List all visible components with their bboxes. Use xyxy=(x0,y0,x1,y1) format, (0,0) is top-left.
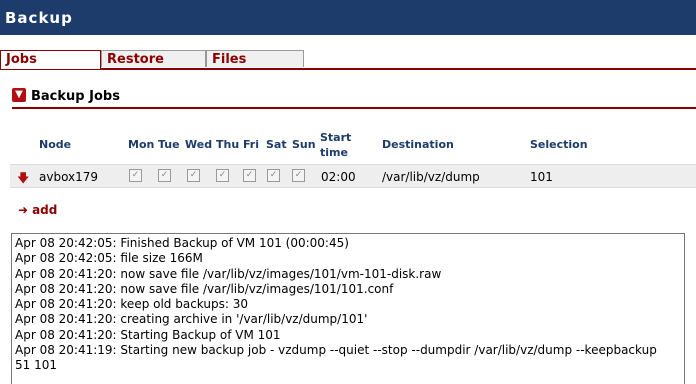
cell-destination: /var/lib/vz/dump xyxy=(382,170,480,184)
tab-jobs[interactable]: Jobs xyxy=(0,50,101,69)
header-destination: Destination xyxy=(382,138,454,151)
add-label: add xyxy=(32,203,58,217)
header-thu: Thu xyxy=(216,138,240,151)
header-start-time-1: Start xyxy=(320,131,352,144)
checkbox-wed[interactable]: ✓ xyxy=(187,169,200,182)
log-line: 51 101 xyxy=(15,358,57,373)
tab-bar: Jobs Restore Files xyxy=(0,50,696,70)
log-line: Apr 08 20:41:20: Starting Backup of VM 1… xyxy=(15,327,281,342)
row-expand-arrow-icon[interactable]: 🡇 xyxy=(17,169,29,190)
header-selection: Selection xyxy=(530,138,588,151)
add-arrow-icon: ➜ xyxy=(18,203,29,217)
header-mon: Mon xyxy=(128,138,155,151)
log-line: Apr 08 20:41:20: now save file /var/lib/… xyxy=(15,281,394,296)
log-line: Apr 08 20:42:05: Finished Backup of VM 1… xyxy=(15,236,349,250)
log-line: Apr 08 20:41:19: Starting new backup job… xyxy=(15,343,657,358)
header-fri: Fri xyxy=(243,138,260,151)
down-arrow-icon: ▼ xyxy=(12,88,26,102)
header-tue: Tue xyxy=(158,138,180,151)
checkbox-sat[interactable]: ✓ xyxy=(267,169,280,182)
header-node: Node xyxy=(39,138,72,151)
log-line: Apr 08 20:42:05: file size 166M xyxy=(15,251,203,266)
checkbox-tue[interactable]: ✓ xyxy=(158,169,171,182)
checkbox-mon[interactable]: ✓ xyxy=(129,169,142,182)
tab-files[interactable]: Files xyxy=(206,50,304,67)
cell-start-time: 02:00 xyxy=(321,170,356,184)
window-title: Backup xyxy=(5,9,73,27)
header-sat: Sat xyxy=(266,138,287,151)
section-title: Backup Jobs xyxy=(31,89,120,104)
cell-selection: 101 xyxy=(530,170,553,184)
checkbox-sun[interactable]: ✓ xyxy=(292,169,305,182)
cell-node: avbox179 xyxy=(39,170,99,184)
backup-log[interactable]: Apr 08 20:42:05: Finished Backup of VM 1… xyxy=(11,233,685,384)
header-start-time-2: time xyxy=(320,146,348,159)
log-line: Apr 08 20:41:20: keep old backups: 30 xyxy=(15,297,248,312)
backup-jobs-section: ▼ Backup Jobs xyxy=(12,87,696,109)
header-wed: Wed xyxy=(185,138,213,151)
add-job-link[interactable]: ➜ add xyxy=(18,203,57,217)
title-bar: Backup xyxy=(0,0,696,35)
tab-restore[interactable]: Restore xyxy=(101,50,206,67)
log-line: Apr 08 20:41:20: creating archive in '/v… xyxy=(15,312,368,327)
log-line: Apr 08 20:41:20: now save file /var/lib/… xyxy=(15,266,442,281)
checkbox-thu[interactable]: ✓ xyxy=(216,169,229,182)
table-row[interactable]: 🡇 avbox179 ✓ ✓ ✓ ✓ ✓ ✓ ✓ 02:00 /var/lib/… xyxy=(10,164,696,188)
checkbox-fri[interactable]: ✓ xyxy=(243,169,256,182)
header-sun: Sun xyxy=(292,138,316,151)
